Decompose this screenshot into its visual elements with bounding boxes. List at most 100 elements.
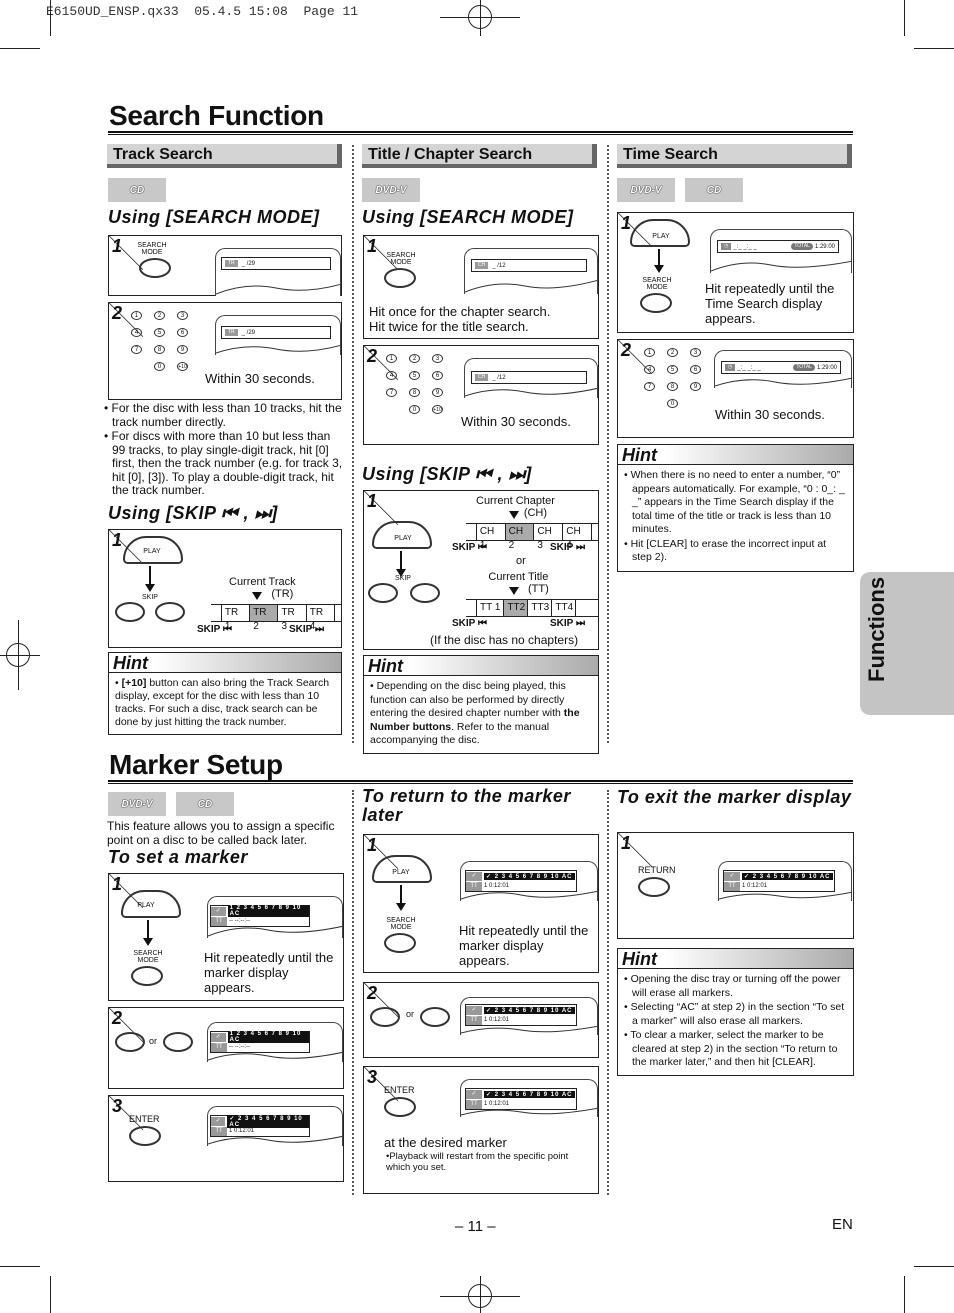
return-marker-step-1: 1 PLAY SEARCH MODE ✓ ✓ 2 3 4 5 6 7 8 9 10… xyxy=(363,834,599,973)
track-cell: TR 3 xyxy=(277,605,305,632)
search-mode-label: SEARCH MODE xyxy=(137,242,167,256)
hint-heading: Hint xyxy=(618,445,853,465)
hint-text: • Depending on the disc being played, th… xyxy=(370,680,580,746)
key-6: 6 xyxy=(690,365,701,374)
or-label: or xyxy=(516,555,526,567)
current-track-text: Current Track xyxy=(229,576,296,588)
set-marker-step-3: 3 ENTER ✓ ✓ 2 3 4 5 6 7 8 9 10 AC TT 1 0:1… xyxy=(108,1095,344,1182)
time-search-caption: Hit repeatedly until the Time Search dis… xyxy=(705,281,835,326)
hint-item: • Selecting “AC” at step 2) in the secti… xyxy=(624,1001,845,1027)
display-value: _ /12 xyxy=(492,262,506,269)
key-plus10: +10 xyxy=(432,405,443,414)
chapter-cell: CH 1 xyxy=(475,524,505,551)
tr-tag: TR xyxy=(225,260,238,267)
chapter-cell: CH 3 xyxy=(533,524,562,551)
title-cell: TT3 xyxy=(527,600,551,616)
hint-item: • When there is no need to enter a numbe… xyxy=(624,469,845,535)
marker-row: ✓ ✓ 2 3 4 5 6 7 8 9 10 AC xyxy=(466,1005,576,1015)
left-arrow-button-icon xyxy=(115,1032,145,1052)
tv-screen: ✓ ✓ 2 3 4 5 6 7 8 9 10 AC TT 1 0:12:01 xyxy=(460,1079,598,1117)
arrow-shaft xyxy=(149,566,151,586)
badge-label: DVD-V xyxy=(630,184,662,196)
title-cell: TT 1 xyxy=(476,600,503,616)
key-4: 4 xyxy=(131,328,142,337)
hint-body-text: button can also bring the Track Search d… xyxy=(115,677,330,728)
note-text: For the disc with less than 10 tracks, h… xyxy=(111,401,342,429)
badge-label: CD xyxy=(197,798,213,810)
display-value: _ /12 xyxy=(492,374,506,381)
time-value: _:_ _:_ _ xyxy=(737,364,761,371)
badge-label: DVD-V xyxy=(121,798,153,810)
step-number: 2 xyxy=(621,340,632,360)
enter-label: ENTER xyxy=(129,1114,160,1124)
search-mode-button-icon xyxy=(139,258,171,278)
badge-label: DVD-V xyxy=(375,184,407,196)
key-7: 7 xyxy=(644,382,655,391)
label-abbr: (CH) xyxy=(523,507,548,519)
enter-label: ENTER xyxy=(384,1085,415,1095)
track-search-header: Track Search xyxy=(107,144,342,168)
title-cell-active: TT2 xyxy=(503,600,528,616)
skip-back-label: SKIP ⏮ xyxy=(452,542,487,553)
check-icon: ✓ xyxy=(466,871,482,881)
total-time: 1:29:00 xyxy=(816,364,837,371)
key-2: 2 xyxy=(409,354,420,363)
hint-item-text: Selecting “AC” at step 2) in the section… xyxy=(630,1001,845,1027)
hint-heading: Hint xyxy=(109,653,341,673)
play-label: PLAY xyxy=(143,548,161,555)
marker-slots: 1 2 3 4 5 6 7 8 9 10 AC xyxy=(227,905,309,917)
track-hint-box: Hint • [+10] button can also bring the T… xyxy=(108,652,342,735)
key-1: 1 xyxy=(131,311,142,320)
clock-icon: ◷ xyxy=(725,364,736,371)
column-divider xyxy=(607,145,609,743)
key-9: 9 xyxy=(177,345,188,354)
marker-caption: Hit repeatedly until the marker display … xyxy=(204,950,334,995)
using-skip-heading: Using [SKIP ⏮ , ⏭] xyxy=(108,503,278,523)
step-number: 1 xyxy=(112,530,123,550)
no-chapters-note: (If the disc has no chapters) xyxy=(430,633,579,647)
track-cell-active: TR 2 xyxy=(249,605,278,632)
chapter-step-2: 2 123 456 789 0 +10 CH _ /12 Within 30 sec… xyxy=(363,345,599,445)
set-marker-heading: To set a marker xyxy=(108,847,248,867)
return-marker-heading: To return to the marker later xyxy=(362,786,571,825)
strip-edge xyxy=(466,600,476,616)
skip-forward-button-icon xyxy=(410,583,440,603)
screen-wave xyxy=(711,260,851,272)
search-mode-label: SEARCH MODE xyxy=(386,252,416,266)
language-code: EN xyxy=(832,1216,853,1233)
tv-screen: CH _ /12 xyxy=(464,358,598,398)
arrow-shaft xyxy=(400,551,402,571)
search-display: CH _ /12 xyxy=(471,259,587,272)
key-9: 9 xyxy=(432,388,443,397)
track-notes: • For the disc with less than 10 tracks,… xyxy=(104,401,344,499)
down-arrow-icon xyxy=(509,511,519,519)
screen-wave xyxy=(208,925,342,937)
hint-body-text: Depending on the disc being played, this… xyxy=(370,680,566,719)
enter-button-icon xyxy=(129,1126,161,1146)
right-arrow-button-icon xyxy=(163,1032,193,1052)
play-label: PLAY xyxy=(652,233,670,240)
step-number: 3 xyxy=(367,1067,378,1087)
key-8: 8 xyxy=(154,345,165,354)
step-number: 2 xyxy=(367,346,378,366)
strip-edge xyxy=(591,524,598,540)
playback-note: •Playback will restart from the specific… xyxy=(386,1151,569,1173)
step-number: 1 xyxy=(367,491,378,511)
step-number: 1 xyxy=(367,236,378,256)
label-abbr: (TT) xyxy=(528,583,549,595)
current-track-abbr: (TR) xyxy=(271,588,294,600)
tv-screen: TR _ /29 xyxy=(215,248,341,296)
total-time: 1:29:00 xyxy=(814,243,835,250)
search-mode-button-icon xyxy=(131,966,163,986)
return-label: RETURN xyxy=(638,865,676,875)
key-3: 3 xyxy=(177,311,188,320)
chapter-strip: CH 1 CH 2 CH 3 CH 4 xyxy=(466,523,598,551)
key-0: 0 xyxy=(154,362,165,371)
or-label: or xyxy=(149,1036,158,1046)
crop-mark xyxy=(480,0,481,36)
key-0: 0 xyxy=(667,399,678,408)
strip-edge xyxy=(575,600,598,616)
key-1: 1 xyxy=(644,348,655,357)
play-label: PLAY xyxy=(137,902,155,909)
label-text: Current Title xyxy=(488,571,549,583)
